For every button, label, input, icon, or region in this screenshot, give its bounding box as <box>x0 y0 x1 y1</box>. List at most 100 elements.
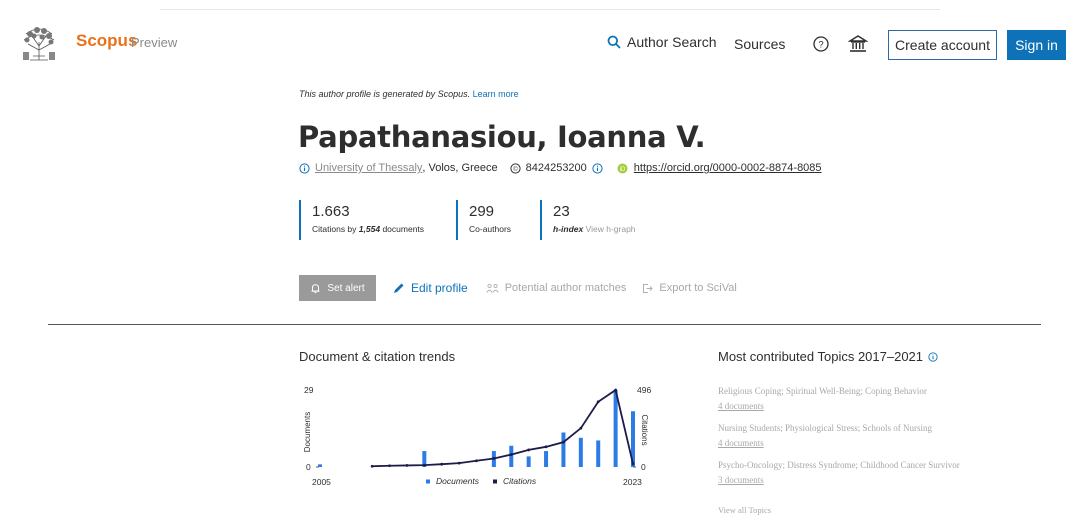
orcid-link[interactable]: https://orcid.org/0000-0002-8874-8085 <box>634 162 822 174</box>
legend-citations-swatch <box>493 479 497 484</box>
people-icon <box>486 283 499 293</box>
sign-in-button[interactable]: Sign in <box>1007 30 1066 60</box>
export-scival-link[interactable]: Export to SciVal <box>642 282 737 294</box>
trends-title: Document & citation trends <box>299 349 456 364</box>
generated-note: This author profile is generated by Scop… <box>299 89 519 99</box>
top-divider <box>160 9 940 10</box>
topic-docs-link[interactable]: 4 documents <box>718 438 932 448</box>
export-icon <box>643 283 654 293</box>
generated-note-text: This author profile is generated by Scop… <box>299 89 471 99</box>
documents-bar <box>596 440 601 467</box>
institution-icon[interactable] <box>848 34 868 54</box>
documents-bar <box>578 437 583 467</box>
x-end-label: 2023 <box>623 477 642 487</box>
scopus-id: 8424253200 <box>525 162 587 174</box>
y-right-min-label: 0 <box>641 462 646 472</box>
y-right-axis-title: Citations <box>640 414 649 445</box>
potential-matches-link[interactable]: Potential author matches <box>486 282 627 294</box>
citations-line <box>372 388 634 468</box>
citations-label-prefix: Citations by <box>312 224 357 234</box>
info-icon[interactable] <box>592 162 603 174</box>
citations-point <box>388 464 391 468</box>
citations-point <box>457 461 461 465</box>
document-citation-chart: 29 0 496 0 Documents Citations 2005 2023 Documen… <box>303 385 651 487</box>
citations-metric[interactable]: 1.663 Citations by 1,554 documents <box>299 200 456 240</box>
x-start-label: 2005 <box>312 477 331 487</box>
citations-point <box>527 448 531 452</box>
author-meta: University of Thessaly , Volos, Greece ©… <box>299 162 822 174</box>
brand-sub: Preview <box>131 35 178 50</box>
hindex-metric: 23 h-index View h-graph <box>540 200 660 240</box>
search-icon <box>607 35 621 49</box>
create-account-button[interactable]: Create account <box>888 30 997 60</box>
citations-point <box>422 463 426 467</box>
y-left-max-label: 29 <box>304 385 314 395</box>
sources-link[interactable]: Sources <box>734 36 785 52</box>
citations-point <box>596 400 600 404</box>
location: , Volos, Greece <box>422 162 498 174</box>
coauthors-metric[interactable]: 299 Co-authors <box>456 200 540 240</box>
topic-name: Psycho-Oncology; Distress Syndrome; Chil… <box>718 460 960 470</box>
view-h-graph-link[interactable]: View h-graph <box>586 224 636 234</box>
author-name: Papathanasiou, Ioanna V. <box>298 120 706 154</box>
documents-bar <box>318 464 322 467</box>
site-header: Scopus Preview Author Search Sources ? C… <box>0 22 1066 66</box>
export-scival-label: Export to SciVal <box>659 282 737 294</box>
topic-item: Nursing Students; Physiological Stress; … <box>718 423 932 448</box>
topic-name: Nursing Students; Physiological Stress; … <box>718 423 933 433</box>
coauthors-label: Co-authors <box>469 224 512 234</box>
citations-point <box>440 462 444 466</box>
view-all-topics-link[interactable]: View all Topics <box>718 505 771 515</box>
scopus-id-icon: © <box>510 162 521 174</box>
info-icon[interactable] <box>928 351 938 362</box>
legend-citations-label: Citations <box>503 476 537 486</box>
elsevier-logo[interactable] <box>18 24 60 64</box>
citations-docs-count: 1,554 <box>358 224 381 234</box>
section-divider <box>48 324 1041 325</box>
documents-bar <box>561 432 566 467</box>
set-alert-button[interactable]: Set alert <box>299 275 376 301</box>
author-search-link[interactable]: Author Search <box>607 34 717 50</box>
documents-bar <box>526 456 531 467</box>
citations-point <box>544 445 548 449</box>
documents-bar <box>544 451 549 467</box>
info-icon[interactable] <box>299 162 310 174</box>
citations-point <box>370 464 374 468</box>
topic-docs-link[interactable]: 4 documents <box>718 401 927 411</box>
metrics-row: 1.663 Citations by 1,554 documents 299 C… <box>299 200 660 240</box>
help-icon[interactable]: ? <box>812 35 830 53</box>
hindex-label: h-index View h-graph <box>553 224 660 234</box>
citations-value: 1.663 <box>312 203 350 220</box>
topics-title-text: Most contributed Topics 2017–2021 <box>718 349 924 364</box>
svg-text:?: ? <box>818 40 823 51</box>
y-right-max-label: 496 <box>637 385 651 395</box>
y-left-min-label: 0 <box>306 462 311 472</box>
citations-label-suffix: documents <box>382 224 425 234</box>
citations-point <box>492 457 496 460</box>
hindex-label-text: h-index <box>553 224 584 234</box>
documents-bar <box>509 445 514 467</box>
svg-text:©: © <box>513 165 518 172</box>
pencil-icon <box>394 283 404 293</box>
svg-text:iD: iD <box>619 166 625 172</box>
topic-item: Psycho-Oncology; Distress Syndrome; Chil… <box>718 460 960 485</box>
hindex-value: 23 <box>553 203 570 220</box>
learn-more-link[interactable]: Learn more <box>473 89 519 99</box>
coauthors-value: 299 <box>469 203 495 220</box>
citations-label: Citations by 1,554 documents <box>312 224 456 234</box>
profile-actions: Set alert Edit profile Potential author … <box>299 275 737 301</box>
legend-documents-label: Documents <box>436 476 480 486</box>
citations-point <box>509 453 513 456</box>
brand-name[interactable]: Scopus <box>76 31 137 51</box>
topics-title: Most contributed Topics 2017–2021 <box>718 349 938 364</box>
edit-profile-link[interactable]: Edit profile <box>392 281 468 295</box>
topic-docs-link[interactable]: 3 documents <box>718 475 960 485</box>
citations-point <box>631 462 635 466</box>
edit-profile-label: Edit profile <box>411 281 468 295</box>
affiliation-link[interactable]: University of Thessaly <box>315 162 422 174</box>
citations-point <box>562 440 565 444</box>
topic-name: Religious Coping; Spiritual Well-Being; … <box>718 386 927 396</box>
orcid-icon: iD <box>617 163 628 173</box>
potential-matches-label: Potential author matches <box>504 282 627 294</box>
citations-point <box>614 388 618 392</box>
